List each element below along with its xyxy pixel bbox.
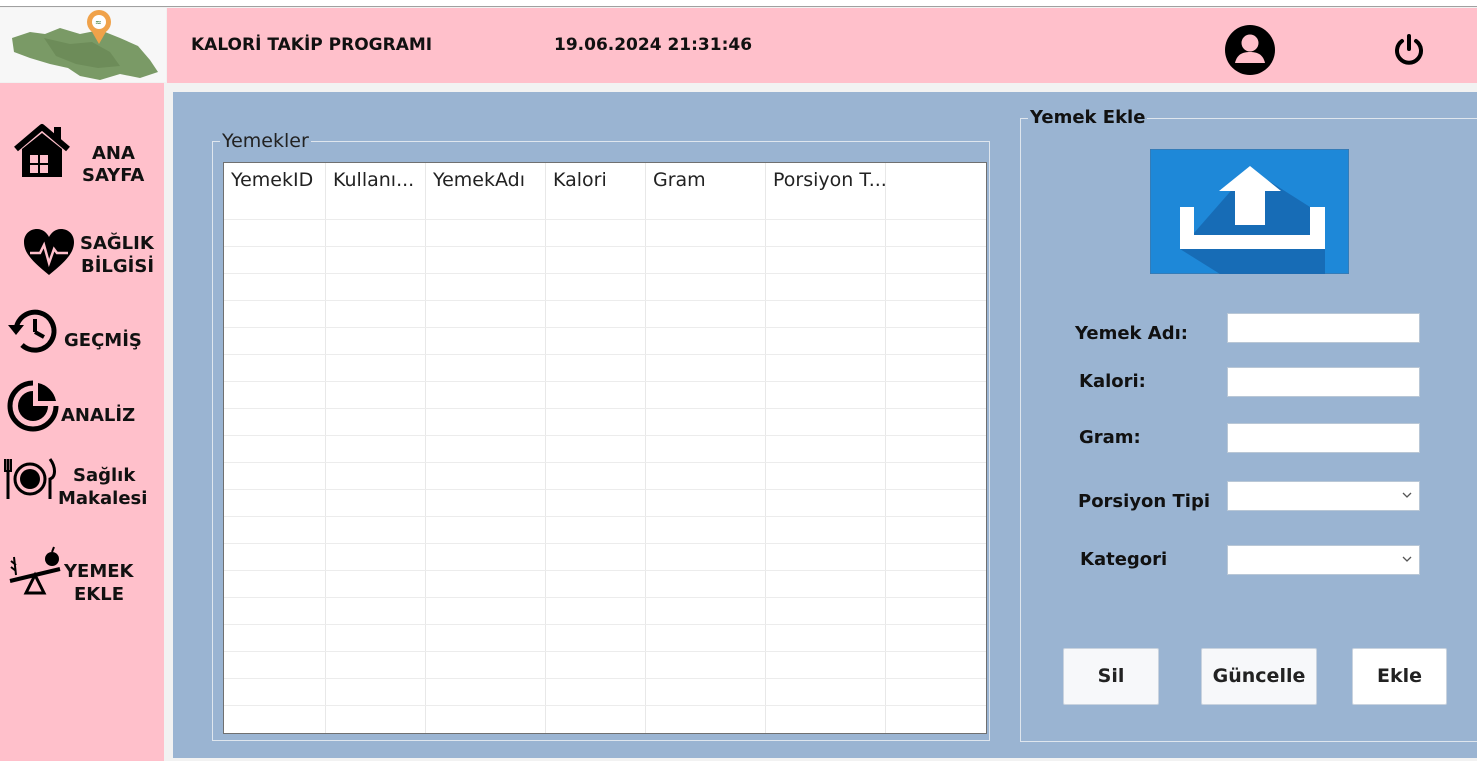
header-bar: KALORİ TAKİP PROGRAMI 19.06.2024 21:31:4…	[167, 8, 1477, 83]
table-gridline	[224, 300, 986, 301]
guncelle-button[interactable]: Güncelle	[1201, 648, 1317, 705]
home-icon	[14, 124, 70, 177]
kalori-input[interactable]	[1227, 367, 1420, 397]
table-gridline	[224, 624, 986, 625]
sidebar-item-label: EKLE	[74, 584, 125, 605]
sidebar-item-label: BİLGİSİ	[81, 256, 155, 277]
column-header-yemekadi[interactable]: YemekAdı	[426, 163, 546, 219]
table-gridline	[224, 246, 986, 247]
sidebar-item-analiz[interactable]: ANALİZ	[6, 379, 160, 435]
porsiyon-tipi-label: Porsiyon Tipi	[1078, 491, 1211, 512]
table-gridline	[224, 354, 986, 355]
table-gridline	[224, 543, 986, 544]
sidebar-item-label: ANA	[92, 143, 135, 164]
sidebar-item-label: SAĞLIK	[80, 233, 154, 254]
table-gridline	[325, 163, 326, 733]
sidebar: ANA SAYFA SAĞLIK BİLGİSİ GEÇMİŞ ANALİZ S…	[0, 83, 164, 761]
table-gridline	[224, 705, 986, 706]
sil-button[interactable]: Sil	[1063, 648, 1159, 705]
kategori-select[interactable]	[1227, 545, 1420, 575]
sidebar-item-label: YEMEK	[64, 561, 134, 582]
svg-text:≈: ≈	[95, 18, 102, 27]
column-header-yemekid[interactable]: YemekID	[224, 163, 326, 219]
table-gridline	[224, 381, 986, 382]
column-header-kullanici[interactable]: Kullanı...	[326, 163, 426, 219]
sidebar-item-label: ANALİZ	[61, 405, 136, 426]
column-header-kalori[interactable]: Kalori	[546, 163, 646, 219]
column-header-porsiyon[interactable]: Porsiyon T...	[766, 163, 886, 219]
column-header-gram[interactable]: Gram	[646, 163, 766, 219]
table-gridline	[224, 678, 986, 679]
table-header: YemekID Kullanı... YemekAdı Kalori Gram …	[224, 163, 986, 219]
kategori-label: Kategori	[1080, 549, 1168, 570]
upload-icon[interactable]	[1149, 148, 1350, 275]
table-gridline	[224, 570, 986, 571]
chevron-down-icon	[1402, 556, 1412, 562]
table-gridline	[224, 462, 986, 463]
table-gridline	[224, 273, 986, 274]
table-gridline	[224, 327, 986, 328]
kalori-label: Kalori:	[1079, 371, 1146, 392]
power-icon[interactable]	[1392, 32, 1426, 68]
table-gridline	[224, 408, 986, 409]
table-gridline	[224, 651, 986, 652]
sidebar-item-ana-sayfa[interactable]: ANA SAYFA	[10, 123, 160, 186]
yemek-ekle-group-label: Yemek Ekle	[1028, 107, 1148, 128]
logo: ≈	[0, 8, 166, 82]
analysis-icon	[7, 380, 59, 432]
table-gridline	[224, 219, 986, 220]
history-icon	[8, 309, 57, 353]
table-gridline	[224, 435, 986, 436]
foods-table[interactable]: YemekID Kullanı... YemekAdı Kalori Gram …	[223, 162, 987, 734]
table-gridline	[224, 489, 986, 490]
sidebar-item-label: SAYFA	[82, 165, 145, 186]
user-circle-icon[interactable]	[1224, 24, 1276, 76]
datetime-display: 19.06.2024 21:31:46	[554, 35, 753, 55]
sidebar-item-saglik-bilgisi[interactable]: SAĞLIK BİLGİSİ	[10, 223, 160, 283]
table-gridline	[224, 516, 986, 517]
yemekler-group-label: Yemekler	[220, 130, 311, 152]
sidebar-item-label: Sağlık	[73, 465, 136, 486]
app-title: KALORİ TAKİP PROGRAMI	[191, 35, 433, 55]
yemek-adi-label: Yemek Adı:	[1075, 323, 1188, 344]
table-gridline	[545, 163, 546, 733]
sidebar-item-yemek-ekle[interactable]: YEMEK EKLE	[8, 545, 160, 607]
table-gridline	[425, 163, 426, 733]
gram-input[interactable]	[1227, 423, 1420, 453]
ekle-button[interactable]: Ekle	[1352, 648, 1447, 705]
table-gridline	[645, 163, 646, 733]
chevron-down-icon	[1402, 492, 1412, 498]
sidebar-item-gecmis[interactable]: GEÇMİŞ	[6, 305, 160, 357]
plate-cutlery-icon	[4, 458, 56, 499]
table-gridline	[885, 163, 886, 733]
heart-pulse-icon	[24, 229, 74, 275]
porsiyon-tipi-select[interactable]	[1227, 481, 1420, 511]
sidebar-item-label: GEÇMİŞ	[64, 330, 142, 351]
table-gridline	[224, 597, 986, 598]
sidebar-item-saglik-makalesi[interactable]: Sağlık Makalesi	[4, 457, 160, 513]
window-top-border	[0, 0, 1477, 7]
gram-label: Gram:	[1079, 427, 1141, 448]
table-gridline	[765, 163, 766, 733]
yemek-adi-input[interactable]	[1227, 313, 1420, 343]
food-scale-icon	[9, 546, 61, 595]
sidebar-item-label: Makalesi	[58, 488, 148, 509]
